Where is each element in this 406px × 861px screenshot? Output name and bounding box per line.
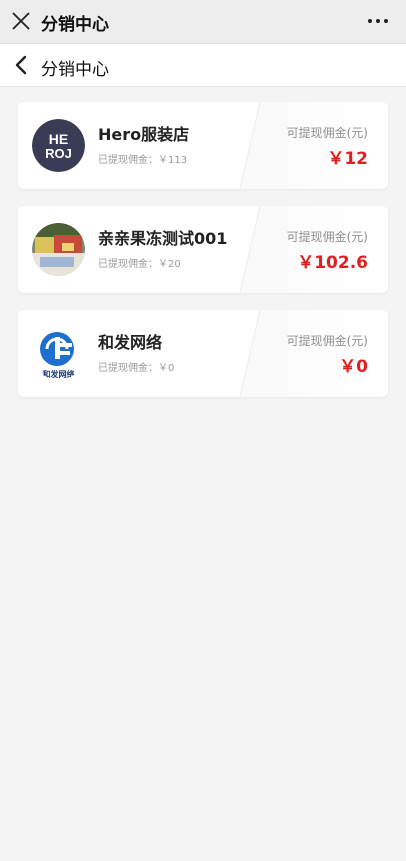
available-commission-amount: ￥0 [339, 357, 368, 377]
shop-logo: HE ROJ [32, 119, 85, 172]
card-divider [239, 310, 288, 397]
available-commission-label: 可提现佣金(元) [286, 230, 368, 244]
card-divider [239, 206, 288, 293]
shop-card[interactable]: 和发网络 和发网络 已提现佣金：￥0 可提现佣金(元) ￥0 [18, 310, 388, 397]
shop-name: Hero服装店 [98, 125, 190, 144]
svg-text:和发网络: 和发网络 [43, 369, 75, 379]
card-divider [239, 102, 288, 189]
hefa-logo-icon: 和发网络 [32, 327, 85, 380]
close-icon[interactable] [10, 10, 32, 32]
available-commission-amount: ￥12 [327, 149, 368, 169]
shop-name: 和发网络 [98, 333, 163, 352]
withdrawn-commission: 已提现佣金：￥0 [98, 363, 175, 374]
back-arrow-icon[interactable] [12, 54, 32, 76]
svg-text:HE: HE [49, 131, 68, 147]
available-commission-label: 可提现佣金(元) [286, 126, 368, 140]
shop-card[interactable]: 亲亲果冻测试001 已提现佣金：￥20 可提现佣金(元) ￥102.6 [18, 206, 388, 293]
shop-list: HE ROJ Hero服装店 已提现佣金：￥113 可提现佣金(元) ￥12 亲… [0, 87, 406, 397]
window-title: 分销中心 [41, 15, 109, 35]
shop-logo [32, 223, 85, 276]
shop-card[interactable]: HE ROJ Hero服装店 已提现佣金：￥113 可提现佣金(元) ￥12 [18, 102, 388, 189]
more-icon[interactable] [366, 12, 390, 30]
hero-logo-icon: HE ROJ [32, 119, 85, 172]
svg-text:ROJ: ROJ [45, 146, 72, 161]
withdrawn-commission: 已提现佣金：￥113 [98, 155, 188, 166]
available-commission-label: 可提现佣金(元) [286, 334, 368, 348]
page-nav-bar: 分销中心 [0, 44, 406, 87]
product-photo-icon [32, 223, 85, 276]
wechat-title-bar: 分销中心 [0, 0, 406, 44]
shop-name: 亲亲果冻测试001 [98, 229, 228, 248]
page-title: 分销中心 [41, 60, 109, 80]
shop-logo: 和发网络 [32, 327, 85, 380]
withdrawn-commission: 已提现佣金：￥20 [98, 259, 181, 270]
available-commission-amount: ￥102.6 [297, 253, 368, 273]
